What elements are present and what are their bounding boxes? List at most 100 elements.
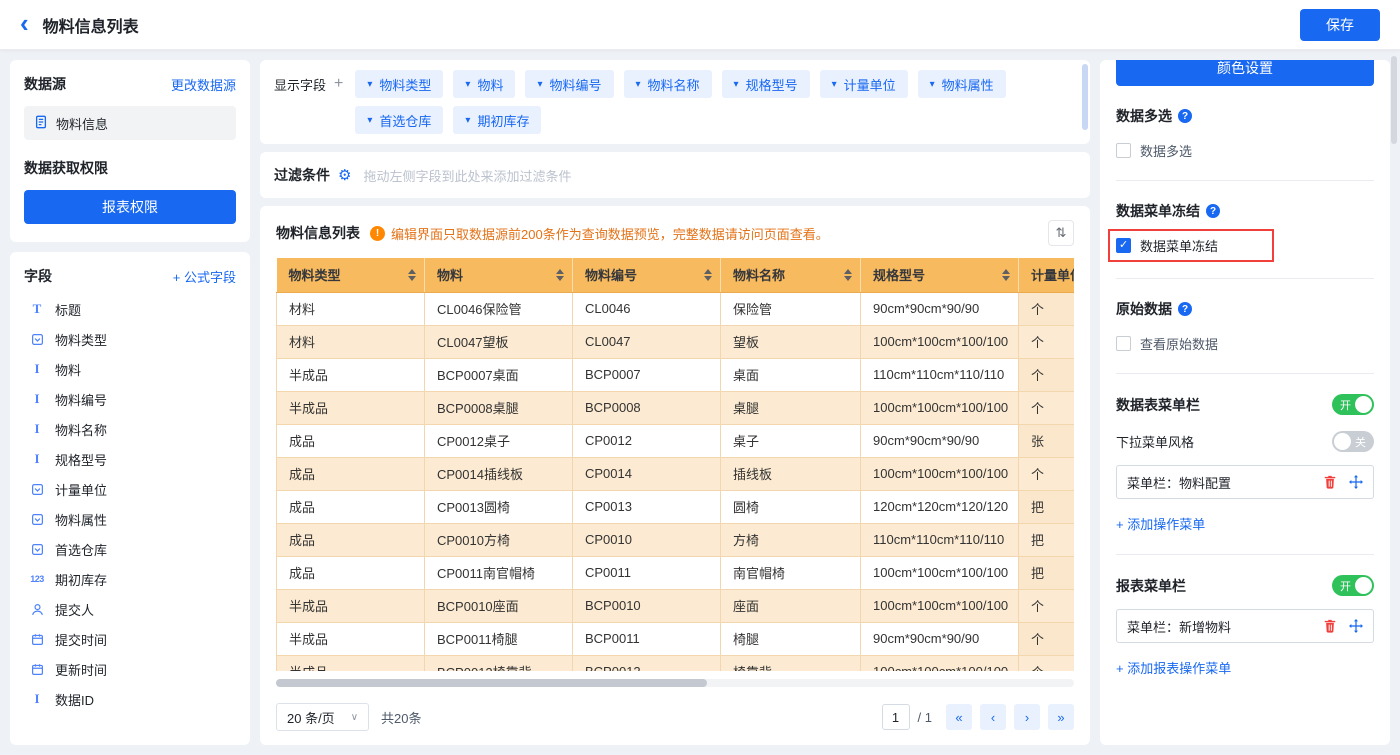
field-item[interactable]: 首选仓库 [24,534,236,564]
display-field-chip-label: 期初库存 [477,113,530,129]
sort-icon[interactable] [556,268,564,281]
page-scrollbar-thumb[interactable] [1391,56,1397,144]
move-icon[interactable] [1349,475,1363,489]
report-menu-toggle-on[interactable]: 开 [1332,575,1374,596]
question-icon[interactable]: ? [1178,302,1192,316]
prev-page-button[interactable]: ‹ [980,704,1006,730]
display-field-chip[interactable]: ▾ 物料属性 [917,70,1006,98]
field-item[interactable]: 更新时间 [24,654,236,684]
field-item[interactable]: I 物料 [24,354,236,384]
table-cell: 100cm*100cm*100/100 [860,555,1019,590]
change-datasource-link[interactable]: 更改数据源 [171,75,236,94]
display-field-chip[interactable]: ▾ 规格型号 [721,70,810,98]
table-row[interactable]: 半成品 BCP0008桌腿 BCP0008 桌腿 100cm*100cm*100/100… [276,390,1074,425]
sort-order-icon[interactable]: ⇅ [1048,220,1074,246]
table-cell: 100cm*100cm*100/100 [860,390,1019,425]
multi-select-checkbox-row[interactable]: 数据多选 [1116,141,1374,160]
trash-icon[interactable] [1323,619,1337,633]
checkbox-checked-icon[interactable] [1116,238,1131,253]
field-item[interactable]: 物料类型 [24,324,236,354]
table-cell: CP0013圆椅 [424,489,573,524]
field-item-label: 物料名称 [55,422,108,438]
display-field-chip[interactable]: ▾ 首选仓库 [355,106,444,134]
add-display-field-icon[interactable]: + [334,75,343,93]
column-header[interactable]: 物料名称 [720,258,861,293]
table-row[interactable]: 半成品 BCP0011椅腿 BCP0011 椅腿 90cm*90cm*90/90 个 [276,621,1074,656]
table-title: 物料信息列表 [276,225,360,241]
add-action-menu-link[interactable]: + 添加操作菜单 [1116,514,1205,533]
display-field-chip[interactable]: ▾ 物料名称 [623,70,712,98]
vertical-scrollbar-thumb[interactable] [1082,64,1088,130]
display-field-chip[interactable]: ▾ 物料编号 [525,70,614,98]
table-row[interactable]: 半成品 BCP0010座面 BCP0010 座面 100cm*100cm*100/100… [276,588,1074,623]
table-menu-toggle-on[interactable]: 开 [1332,394,1374,415]
table-row[interactable]: 材料 CL0046保险管 CL0046 保险管 90cm*90cm*90/90 个 [276,291,1074,326]
display-field-chip[interactable]: ▾ 期初库存 [453,106,542,134]
field-item[interactable]: 提交时间 [24,624,236,654]
next-page-button[interactable]: › [1014,704,1040,730]
color-settings-button[interactable]: 颜色设置 [1116,60,1374,86]
chevron-down-icon: ▾ [831,78,837,90]
field-item[interactable]: 123 期初库存 [24,564,236,594]
column-header[interactable]: 规格型号 [860,258,1019,293]
table-row[interactable]: 成品 CP0010方椅 CP0010 方椅 110cm*110cm*110/110 把 [276,522,1074,557]
display-field-chip[interactable]: ▾ 物料类型 [355,70,444,98]
column-header[interactable]: 计量单位 [1018,258,1074,293]
field-item[interactable]: I 数据ID [24,684,236,714]
back-icon[interactable]: ‹ [20,10,29,36]
add-report-action-menu-link[interactable]: + 添加报表操作菜单 [1116,658,1231,677]
question-icon[interactable]: ? [1206,204,1220,218]
sort-icon[interactable] [1002,268,1010,281]
checkbox-unchecked-icon[interactable] [1116,336,1131,351]
column-header[interactable]: 物料 [424,258,573,293]
last-page-button[interactable]: » [1048,704,1074,730]
table-row[interactable]: 材料 CL0047望板 CL0047 望板 100cm*100cm*100/100 个 [276,324,1074,359]
table-row[interactable]: 成品 CP0011南官帽椅 CP0011 南官帽椅 100cm*100cm*100/10… [276,555,1074,590]
horizontal-scrollbar[interactable] [276,679,1074,687]
gear-icon[interactable]: ⚙ [338,166,351,184]
dropdown-style-toggle-off[interactable]: 关 [1332,431,1374,452]
table-row[interactable]: 半成品 BCP0007桌面 BCP0007 桌面 110cm*110cm*110/110… [276,357,1074,392]
move-icon[interactable] [1349,619,1363,633]
field-item-label: 首选仓库 [55,542,108,558]
report-permission-button[interactable]: 报表权限 [24,190,236,224]
checkbox-unchecked-icon[interactable] [1116,143,1131,158]
dropdown-style-label: 下拉菜单风格 [1116,435,1195,450]
column-header[interactable]: 物料编号 [572,258,721,293]
field-item[interactable]: I 物料名称 [24,414,236,444]
page-number-input[interactable] [881,704,910,730]
field-item[interactable]: I 规格型号 [24,444,236,474]
field-item[interactable]: I 物料编号 [24,384,236,414]
table-cell: CP0010 [572,522,721,557]
table-cell: 90cm*90cm*90/90 [860,621,1019,656]
add-formula-field-link[interactable]: + 公式字段 [173,267,236,286]
field-item[interactable]: 计量单位 [24,474,236,504]
table-row[interactable]: 半成品BCP0012椅靠背BCP0012椅靠背100cm*100cm*100/1… [276,654,1074,671]
datasource-item[interactable]: 物料信息 [24,106,236,140]
display-field-chip[interactable]: ▾ 物料 [453,70,516,98]
save-button[interactable]: 保存 [1300,8,1380,41]
table-row[interactable]: 成品 CP0014插线板 CP0014 插线板 100cm*100cm*100/100 个 [276,456,1074,491]
field-item[interactable]: 物料属性 [24,504,236,534]
raw-data-checkbox-row[interactable]: 查看原始数据 [1116,334,1374,353]
column-header[interactable]: 物料类型 [276,258,425,293]
table-menu-item[interactable]: 菜单栏：物料配置 [1116,465,1374,499]
table-cell: 110cm*110cm*110/110 [860,522,1019,557]
table-cell: 90cm*90cm*90/90 [860,423,1019,458]
field-item[interactable]: T 标题 [24,294,236,324]
question-icon[interactable]: ? [1178,109,1192,123]
sort-icon[interactable] [844,268,852,281]
first-page-button[interactable]: « [946,704,972,730]
table-row[interactable]: 成品 CP0012桌子 CP0012 桌子 90cm*90cm*90/90 张 [276,423,1074,458]
sort-icon[interactable] [408,268,416,281]
report-menu-item[interactable]: 菜单栏：新增物料 [1116,609,1374,643]
trash-icon[interactable] [1323,475,1337,489]
page-size-select[interactable]: 20 条/页 ∨ [276,703,370,731]
field-item[interactable]: 提交人 [24,594,236,624]
table-row[interactable]: 成品 CP0013圆椅 CP0013 圆椅 120cm*120cm*120/120 把 [276,489,1074,524]
display-field-chip[interactable]: ▾ 计量单位 [819,70,908,98]
sort-icon[interactable] [704,268,712,281]
menu-freeze-checkbox-row[interactable]: 数据菜单冻结 [1116,236,1218,255]
horizontal-scrollbar-thumb[interactable] [276,679,707,687]
text-field-icon: I [34,421,40,436]
